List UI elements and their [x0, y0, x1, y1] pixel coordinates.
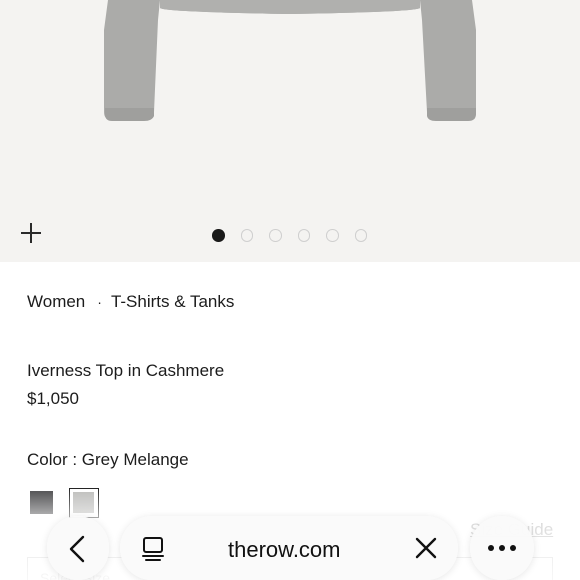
url-text[interactable]: therow.com [228, 537, 341, 563]
product-image-area[interactable] [0, 0, 580, 262]
color-label: Color : Grey Melange [27, 450, 189, 469]
breadcrumb-tshirts-tanks[interactable]: T-Shirts & Tanks [111, 292, 234, 312]
product-title: Iverness Top in Cashmere [27, 361, 225, 380]
carousel-dot-6[interactable] [354, 229, 367, 242]
carousel-dot-1[interactable] [212, 229, 225, 242]
tabs-icon[interactable] [142, 536, 166, 562]
breadcrumb-separator: · [97, 294, 102, 310]
back-button[interactable] [47, 516, 109, 580]
breadcrumb-women[interactable]: Women [27, 292, 85, 312]
carousel-dot-2[interactable] [240, 229, 253, 242]
carousel-dot-4[interactable] [297, 229, 310, 242]
close-icon[interactable] [415, 537, 437, 559]
zoom-plus-icon[interactable] [18, 220, 44, 246]
breadcrumb: Women · T-Shirts & Tanks [27, 292, 234, 312]
carousel-dot-5[interactable] [326, 229, 339, 242]
more-button[interactable] [470, 516, 534, 580]
address-bar[interactable]: therow.com [120, 516, 458, 580]
carousel-dots [212, 229, 367, 242]
product-price: $1,050 [27, 389, 79, 408]
chevron-left-icon [69, 535, 85, 563]
more-icon [488, 545, 516, 551]
swatch-charcoal[interactable] [27, 488, 57, 518]
swatch-grey-melange-selected[interactable] [69, 488, 99, 518]
carousel-dot-3[interactable] [269, 229, 282, 242]
product-image [104, 0, 476, 121]
